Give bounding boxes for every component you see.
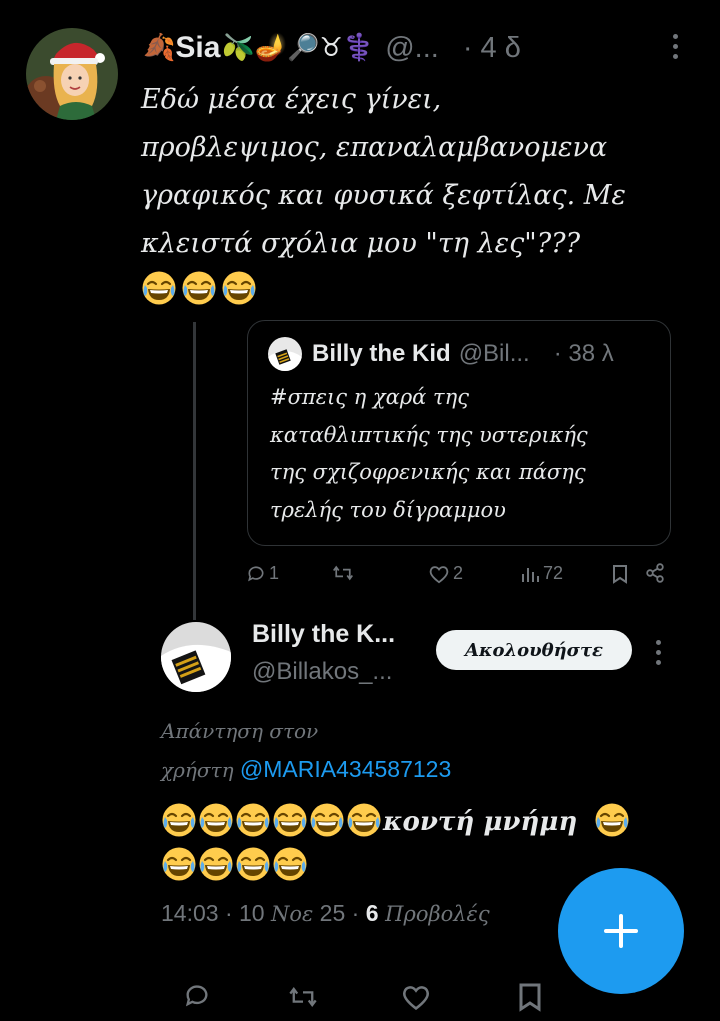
- retweet-icon: [289, 987, 317, 1007]
- mention-link[interactable]: @MARIA434587123: [240, 756, 451, 782]
- plus-icon: [604, 914, 638, 948]
- like-count: 2: [453, 563, 464, 583]
- laugh-emoji-row: [141, 270, 701, 306]
- reply-count: 1: [269, 563, 280, 583]
- reply-button[interactable]: 1: [246, 563, 279, 584]
- heart-icon: [429, 565, 449, 583]
- quoted-author-handle: @Bil...: [458, 340, 530, 367]
- quoted-tweet-card[interactable]: Billy the Kid @Bil... · 38 λ #σπεις η χα…: [247, 320, 671, 546]
- main-tweet-header: 🍂 Sia 🫒🪔🔎♉⚕️ @... · 4 δ: [141, 26, 696, 70]
- reply-to-context: Απάντηση στον χρήστη @MARIA434587123: [161, 712, 581, 789]
- laughing-emoji-icon: [272, 846, 308, 882]
- laughing-emoji-icon: [309, 802, 345, 838]
- quoted-line: καταθλιπτικής της υστερικής: [270, 422, 588, 447]
- quoted-tweet-time: · 38 λ: [553, 340, 614, 367]
- main-tweet-line: κλειστά σχόλια μου "τη λες"???: [141, 228, 581, 259]
- laughing-emoji-icon: [272, 802, 308, 838]
- quoted-author-avatar: [268, 337, 302, 371]
- timestamp-year: 25 ·: [313, 900, 366, 926]
- laughing-emoji-icon: [221, 270, 257, 306]
- views-button[interactable]: 72: [520, 563, 563, 584]
- author-name[interactable]: Sia: [175, 31, 220, 65]
- follow-button[interactable]: Ακολουθήστε: [436, 630, 632, 670]
- reply-author-handle[interactable]: @Billakos_...: [252, 658, 392, 686]
- quoted-author-name: Billy the Kid: [312, 340, 451, 367]
- laughing-emoji-icon: [181, 270, 217, 306]
- reply-tweet-text: κοντή μνήμη: [161, 800, 661, 888]
- laughing-emoji-icon: [141, 270, 177, 306]
- like-button[interactable]: 2: [428, 563, 463, 584]
- reply-author-avatar[interactable]: [161, 622, 231, 692]
- laughing-emoji-icon: [198, 802, 234, 838]
- tweet-meta: 14:03 · 10 Νοε 25 · 6 Προβολές: [161, 900, 490, 927]
- quoted-line: #σπεις η χαρά της: [270, 385, 469, 409]
- share-button[interactable]: [645, 563, 665, 583]
- author-avatar[interactable]: [26, 28, 118, 120]
- compose-button[interactable]: [558, 868, 684, 994]
- retweet-button[interactable]: [288, 984, 318, 1010]
- bookmark-button[interactable]: [612, 564, 628, 584]
- laughing-emoji-icon: [346, 802, 382, 838]
- retweet-button[interactable]: [332, 563, 354, 583]
- speech-bubble-icon: [185, 985, 208, 1007]
- quoted-tweet-header: Billy the Kid @Bil... · 38 λ: [268, 337, 614, 371]
- bookmark-button[interactable]: [518, 982, 542, 1012]
- main-tweet-line: γραφικός και φυσικά ξεφτίλας. Με: [141, 180, 626, 211]
- reply-button[interactable]: [182, 982, 212, 1010]
- name-emojis: 🫒🪔🔎♉⚕️: [222, 33, 376, 63]
- more-options-icon[interactable]: [651, 640, 665, 665]
- laughing-emoji-icon: [235, 802, 271, 838]
- thread-line: [193, 322, 196, 620]
- timestamp: 14:03 · 10: [161, 900, 271, 926]
- laughing-emoji-icon: [594, 802, 630, 838]
- main-tweet-line: προβλεψιμος, επαναλαμβανομενα: [141, 132, 608, 163]
- reply-author-name[interactable]: Billy the K...: [252, 620, 395, 649]
- speech-bubble-icon: [248, 565, 264, 581]
- laughing-emoji-icon: [198, 846, 234, 882]
- timestamp-month: Νοε: [270, 902, 314, 926]
- view-count: 72: [543, 563, 564, 583]
- laughing-emoji-icon: [161, 846, 197, 882]
- share-icon: [646, 563, 664, 583]
- reply-to-prefix: Απάντηση στον: [161, 719, 319, 743]
- views-label: Προβολές: [378, 902, 490, 926]
- quoted-tweet-text: #σπεις η χαρά της καταθλιπτικής της υστε…: [270, 379, 660, 529]
- reply-to-prefix: χρήστη: [161, 758, 234, 782]
- bookmark-icon: [519, 983, 541, 1012]
- reply-text-core: κοντή μνήμη: [383, 807, 578, 837]
- leaf-emoji: 🍂: [143, 33, 176, 63]
- quoted-line: τρελής του δίγραμμου: [270, 497, 506, 522]
- tweet-time[interactable]: · 4 δ: [463, 32, 521, 65]
- bookmark-icon: [613, 565, 627, 584]
- more-options-icon[interactable]: [668, 34, 682, 59]
- main-tweet-text: Εδώ μέσα έχεις γίνει, προβλεψιμος, επανα…: [141, 76, 701, 306]
- quoted-line: της σχιζοφρενικής και πάσης: [270, 460, 586, 484]
- laughing-emoji-icon: [161, 802, 197, 838]
- main-tweet-line: Εδώ μέσα έχεις γίνει,: [141, 84, 442, 115]
- author-handle[interactable]: @...: [385, 32, 439, 65]
- views-number: 6: [365, 900, 379, 926]
- heart-icon: [402, 986, 430, 1011]
- bar-chart-icon: [522, 567, 539, 582]
- like-button[interactable]: [400, 983, 432, 1011]
- laughing-emoji-icon: [235, 846, 271, 882]
- retweet-icon: [333, 565, 353, 581]
